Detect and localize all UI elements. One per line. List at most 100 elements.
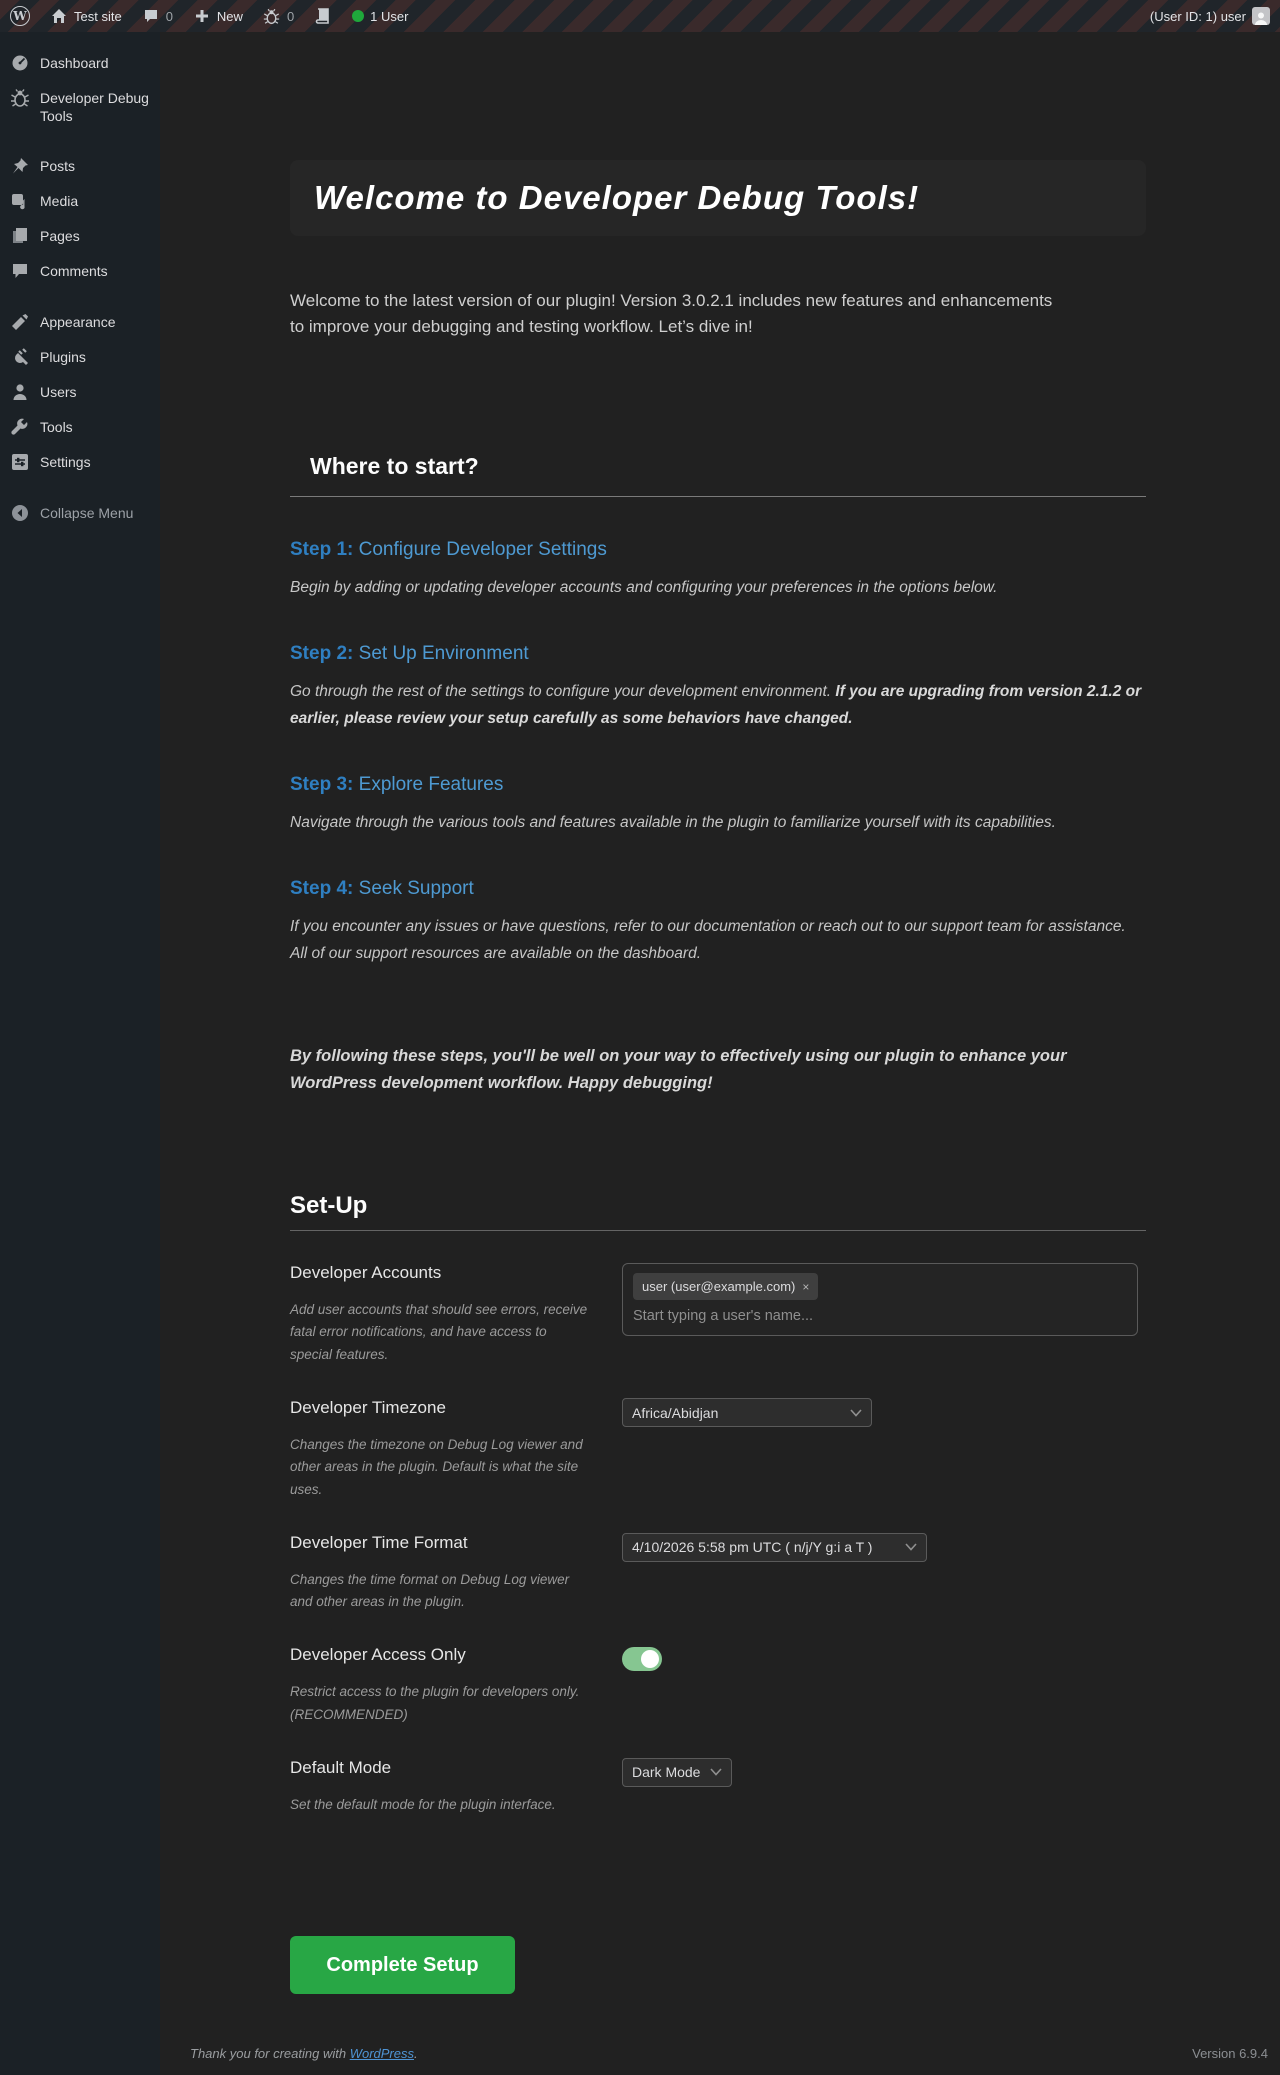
user-chip-label: user (user@example.com)	[642, 1279, 795, 1294]
developer-accounts-row: Developer Accounts Add user accounts tha…	[290, 1263, 1146, 1366]
sidebar-item-posts[interactable]: Posts	[0, 149, 160, 184]
sidebar-item-label: Settings	[40, 453, 91, 471]
selected-mode: Dark Mode	[632, 1764, 700, 1780]
sidebar-item-settings[interactable]: Settings	[0, 445, 160, 480]
selected-timezone: Africa/Abidjan	[632, 1405, 718, 1421]
step-3-heading: Step 3: Explore Features	[290, 774, 1146, 796]
sidebar-item-label: Plugins	[40, 348, 86, 366]
developer-time-format-row: Developer Time Format Changes the time f…	[290, 1533, 1146, 1614]
step-4-description: If you encounter any issues or have ques…	[290, 913, 1146, 967]
online-users-label: 1 User	[370, 9, 408, 24]
sidebar-item-label: Pages	[40, 227, 80, 245]
chip-remove-icon[interactable]: ×	[802, 1280, 809, 1294]
field-info: Developer Timezone Changes the timezone …	[290, 1398, 622, 1501]
step-1-heading: Step 1: Configure Developer Settings	[290, 539, 1146, 561]
comment-icon	[10, 261, 30, 281]
sidebar-item-label: Posts	[40, 157, 75, 175]
comment-icon	[142, 7, 160, 25]
complete-setup-button[interactable]: Complete Setup	[290, 1936, 515, 1994]
section-divider	[290, 496, 1146, 497]
admin-bar: W Test site 0 New 0	[0, 0, 1280, 32]
user-chip[interactable]: user (user@example.com) ×	[633, 1273, 818, 1300]
dashboard-icon	[10, 53, 30, 73]
field-info: Developer Accounts Add user accounts tha…	[290, 1263, 622, 1366]
default-mode-row: Default Mode Set the default mode for th…	[290, 1758, 1146, 1816]
developer-access-only-label: Developer Access Only	[290, 1645, 622, 1665]
site-name-link[interactable]: Test site	[40, 0, 132, 32]
default-mode-description: Set the default mode for the plugin inte…	[290, 1794, 590, 1816]
online-users-indicator[interactable]: 1 User	[342, 0, 418, 32]
chevron-down-icon	[905, 1543, 917, 1551]
admin-footer: Thank you for creating with WordPress. V…	[160, 2046, 1280, 2075]
bug-icon	[263, 7, 281, 25]
log-shortcut[interactable]	[304, 0, 342, 32]
step-title: Explore Features	[359, 774, 504, 795]
developer-accounts-input-box[interactable]: user (user@example.com) ×	[622, 1263, 1138, 1336]
step-2-heading: Step 2: Set Up Environment	[290, 643, 1146, 665]
chevron-down-icon	[850, 1409, 862, 1417]
sidebar-item-label: Collapse Menu	[40, 504, 133, 522]
sidebar-item-pages[interactable]: Pages	[0, 219, 160, 254]
sidebar-item-media[interactable]: Media	[0, 184, 160, 219]
sidebar-item-label: Tools	[40, 418, 73, 436]
sidebar-item-users[interactable]: Users	[0, 375, 160, 410]
field-control: Dark Mode	[622, 1758, 1146, 1787]
wordpress-logo-icon: W	[10, 6, 30, 26]
step-4: Step 4: Seek Support If you encounter an…	[290, 878, 1146, 967]
user-icon	[10, 382, 30, 402]
developer-accounts-label: Developer Accounts	[290, 1263, 622, 1283]
current-user-menu[interactable]: (User ID: 1) user	[1140, 0, 1280, 32]
sidebar-item-comments[interactable]: Comments	[0, 254, 160, 289]
plugin-icon	[10, 347, 30, 367]
developer-timezone-label: Developer Timezone	[290, 1398, 622, 1418]
home-icon	[50, 7, 68, 25]
developer-accounts-description: Add user accounts that should see errors…	[290, 1299, 590, 1366]
media-icon	[10, 191, 30, 211]
sidebar-item-plugins[interactable]: Plugins	[0, 340, 160, 375]
selected-time-format: 4/10/2026 5:58 pm UTC ( n/j/Y g:i a T )	[632, 1539, 872, 1555]
step-3-description: Navigate through the various tools and f…	[290, 809, 1146, 836]
sidebar-item-dashboard[interactable]: Dashboard	[0, 46, 160, 81]
step-1: Step 1: Configure Developer Settings Beg…	[290, 539, 1146, 601]
user-search-input[interactable]	[633, 1308, 1107, 1324]
developer-access-only-toggle[interactable]	[622, 1647, 662, 1671]
step-title: Seek Support	[359, 878, 474, 899]
where-to-start-heading: Where to start?	[290, 453, 1146, 480]
field-control	[622, 1645, 1146, 1671]
developer-timezone-select[interactable]: Africa/Abidjan	[622, 1398, 872, 1427]
field-info: Default Mode Set the default mode for th…	[290, 1758, 622, 1816]
sidebar-item-tools[interactable]: Tools	[0, 410, 160, 445]
wordpress-menu[interactable]: W	[0, 0, 40, 32]
sidebar-item-label: Appearance	[40, 313, 116, 331]
step-label: Step 2:	[290, 643, 353, 664]
step-label: Step 1:	[290, 539, 353, 560]
debug-errors-shortcut[interactable]: 0	[253, 0, 304, 32]
step-title: Configure Developer Settings	[359, 539, 607, 560]
developer-time-format-label: Developer Time Format	[290, 1533, 622, 1553]
wordpress-link[interactable]: WordPress	[350, 2046, 414, 2061]
field-info: Developer Access Only Restrict access to…	[290, 1645, 622, 1726]
sidebar-item-label: Media	[40, 192, 78, 210]
field-info: Developer Time Format Changes the time f…	[290, 1533, 622, 1614]
main-content: Welcome to Developer Debug Tools! Welcom…	[160, 32, 1280, 2075]
brush-icon	[10, 312, 30, 332]
developer-timezone-description: Changes the timezone on Debug Log viewer…	[290, 1434, 590, 1501]
default-mode-select[interactable]: Dark Mode	[622, 1758, 732, 1787]
page-title: Welcome to Developer Debug Tools!	[314, 179, 919, 217]
setup-heading: Set-Up	[290, 1192, 1146, 1220]
step-4-heading: Step 4: Seek Support	[290, 878, 1146, 900]
field-control: user (user@example.com) ×	[622, 1263, 1146, 1336]
developer-time-format-select[interactable]: 4/10/2026 5:58 pm UTC ( n/j/Y g:i a T )	[622, 1533, 927, 1562]
footer-version: Version 6.9.4	[1192, 2046, 1268, 2061]
user-dot-icon	[352, 10, 364, 22]
sidebar-item-label: Developer Debug Tools	[40, 89, 152, 125]
sidebar-item-developer-debug-tools[interactable]: Developer Debug Tools	[0, 81, 160, 133]
collapse-menu-button[interactable]: Collapse Menu	[0, 496, 160, 531]
new-content-menu[interactable]: New	[183, 0, 253, 32]
comments-shortcut[interactable]: 0	[132, 0, 183, 32]
step-3: Step 3: Explore Features Navigate throug…	[290, 774, 1146, 836]
step-title: Set Up Environment	[359, 643, 529, 664]
sidebar-item-appearance[interactable]: Appearance	[0, 305, 160, 340]
new-label: New	[217, 9, 243, 24]
field-control: Africa/Abidjan	[622, 1398, 1146, 1427]
